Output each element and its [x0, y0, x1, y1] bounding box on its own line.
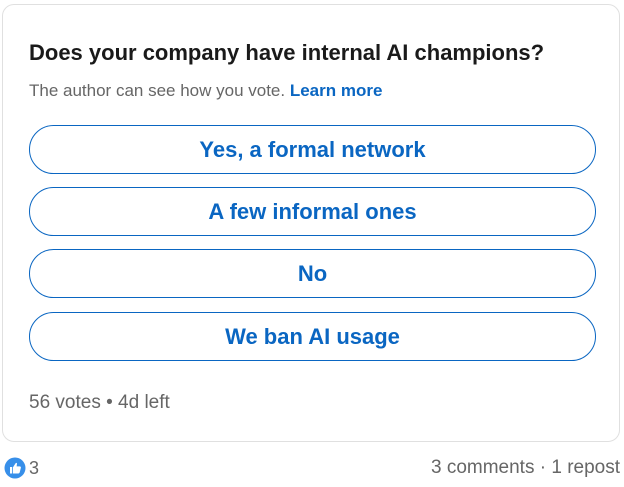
poll-option-label: Yes, a formal network: [199, 136, 426, 162]
learn-more-link[interactable]: Learn more: [290, 81, 383, 100]
like-icon: [4, 457, 26, 479]
time-left: 4d left: [118, 392, 170, 413]
reactions-summary[interactable]: 3: [4, 457, 39, 479]
poll-meta: 56 votes • 4d left: [29, 392, 170, 414]
poll-option-ban-ai[interactable]: We ban AI usage: [29, 312, 596, 361]
poll-option-label: No: [297, 260, 328, 286]
comments-link[interactable]: 3 comments: [431, 457, 534, 478]
vote-count: 56 votes: [29, 392, 101, 413]
social-separator: ·: [539, 457, 547, 478]
visibility-note-text: The author can see how you vote.: [29, 81, 286, 100]
poll-card: Does your company have internal AI champ…: [2, 4, 620, 442]
poll-question: Does your company have internal AI champ…: [29, 40, 545, 65]
poll-option-few-informal[interactable]: A few informal ones: [29, 187, 596, 236]
reposts-link[interactable]: 1 repost: [551, 457, 620, 478]
reaction-count: 3: [29, 457, 40, 478]
poll-option-label: A few informal ones: [208, 198, 417, 224]
social-bar: 3 3 comments · 1 repost: [4, 456, 620, 480]
meta-separator: •: [106, 392, 113, 413]
poll-option-label: We ban AI usage: [225, 323, 400, 349]
social-counts: 3 comments · 1 repost: [431, 457, 620, 479]
poll-option-no[interactable]: No: [29, 249, 596, 298]
poll-visibility-note: The author can see how you vote. Learn m…: [29, 81, 382, 101]
poll-option-yes-formal-network[interactable]: Yes, a formal network: [29, 125, 596, 174]
